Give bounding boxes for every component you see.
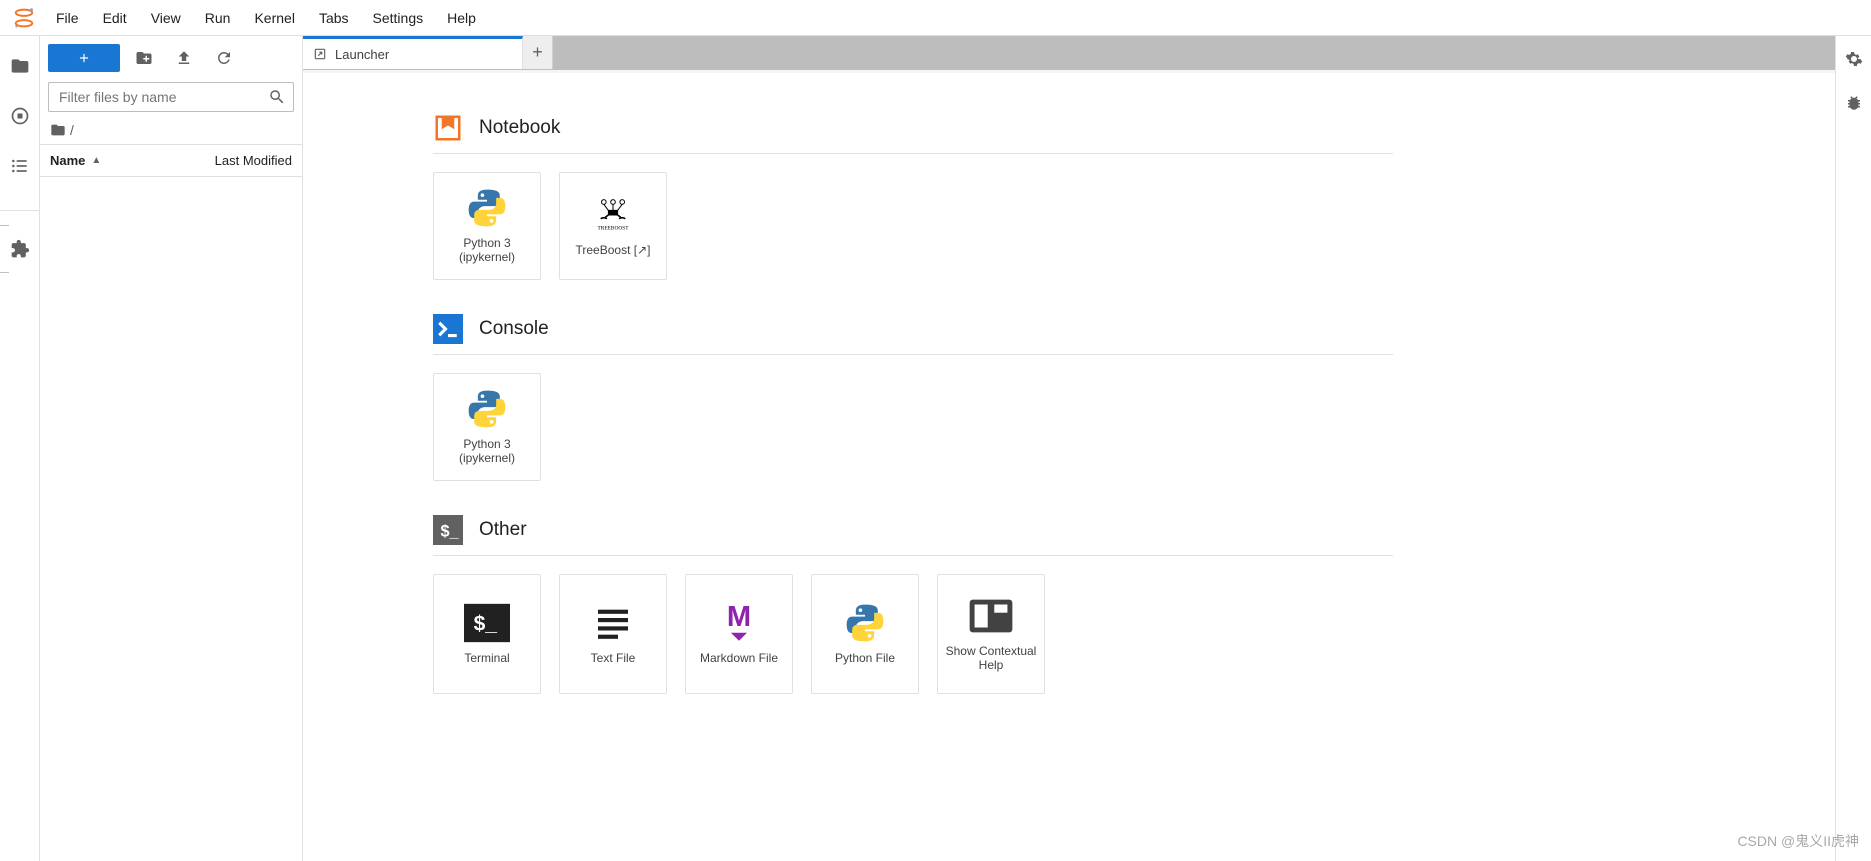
tab-bar: Launcher +	[303, 36, 1835, 70]
section-notebook: Notebook Python 3 (ipykernel) TREEBOOST …	[433, 113, 1393, 280]
menu-kernel[interactable]: Kernel	[242, 4, 306, 32]
sort-asc-icon: ▲	[91, 155, 101, 166]
file-toolbar	[40, 36, 302, 78]
tab-launcher[interactable]: Launcher	[303, 36, 523, 69]
card-label: Python 3 (ipykernel)	[440, 437, 534, 466]
card-python3-console[interactable]: Python 3 (ipykernel)	[433, 373, 541, 481]
col-name[interactable]: Name▲	[40, 145, 192, 176]
top-menubar: File Edit View Run Kernel Tabs Settings …	[0, 0, 1871, 36]
menu-run[interactable]: Run	[193, 4, 243, 32]
new-launcher-button[interactable]	[48, 44, 120, 72]
card-label: Show Contextual Help	[944, 644, 1038, 673]
section-other: $_ Other $_ Terminal Te	[433, 515, 1393, 694]
main-area: Launcher + Notebook	[303, 36, 1835, 861]
debugger-icon[interactable]	[1845, 94, 1863, 112]
menu: File Edit View Run Kernel Tabs Settings …	[44, 4, 488, 32]
right-sidebar	[1835, 36, 1871, 861]
card-treeboost-notebook[interactable]: TREEBOOST TreeBoost [↗]	[559, 172, 667, 280]
terminal-icon: $_	[464, 603, 510, 643]
folder-icon	[50, 122, 66, 138]
treeboost-icon: TREEBOOST	[590, 195, 636, 235]
breadcrumb[interactable]: /	[40, 116, 302, 144]
card-label: Markdown File	[700, 651, 778, 665]
other-icon: $_	[433, 515, 463, 545]
card-python3-notebook[interactable]: Python 3 (ipykernel)	[433, 172, 541, 280]
console-icon	[433, 314, 463, 344]
menu-view[interactable]: View	[139, 4, 193, 32]
card-label: Python File	[835, 651, 895, 665]
svg-text:M: M	[727, 602, 751, 633]
section-title: Notebook	[479, 117, 560, 139]
card-pythonfile[interactable]: Python File	[811, 574, 919, 694]
card-label: Text File	[591, 651, 636, 665]
card-terminal[interactable]: $_ Terminal	[433, 574, 541, 694]
markdown-icon: M	[716, 603, 762, 643]
notebook-icon	[433, 113, 463, 143]
tabbar-space	[553, 36, 1835, 69]
breadcrumb-root: /	[70, 122, 74, 138]
toc-icon[interactable]	[8, 154, 32, 178]
search-icon	[268, 88, 286, 106]
text-icon	[590, 603, 636, 643]
extensions-icon[interactable]	[8, 237, 32, 261]
upload-button[interactable]	[168, 44, 200, 72]
tab-title: Launcher	[335, 47, 389, 62]
new-folder-button[interactable]	[128, 44, 160, 72]
filter-input[interactable]	[48, 82, 294, 112]
activity-bar	[0, 36, 40, 861]
filter-box	[48, 82, 294, 112]
card-textfile[interactable]: Text File	[559, 574, 667, 694]
section-title: Other	[479, 519, 527, 541]
svg-text:$_: $_	[474, 612, 498, 635]
help-panel-icon	[968, 596, 1014, 636]
folder-icon[interactable]	[8, 54, 32, 78]
launcher-body: Notebook Python 3 (ipykernel) TREEBOOST …	[303, 70, 1835, 861]
card-label: Terminal	[464, 651, 509, 665]
property-inspector-icon[interactable]	[1845, 50, 1863, 68]
col-modified[interactable]: Last Modified	[192, 145, 302, 176]
python-icon	[842, 603, 888, 643]
menu-help[interactable]: Help	[435, 4, 488, 32]
menu-file[interactable]: File	[44, 4, 91, 32]
python-icon	[464, 389, 510, 429]
svg-text:TREEBOOST: TREEBOOST	[598, 225, 630, 231]
section-title: Console	[479, 318, 549, 340]
jupyter-logo-icon	[12, 6, 36, 30]
menu-tabs[interactable]: Tabs	[307, 4, 361, 32]
section-console: Console Python 3 (ipykernel)	[433, 314, 1393, 481]
file-browser: / Name▲ Last Modified	[40, 36, 303, 861]
menu-edit[interactable]: Edit	[91, 4, 139, 32]
python-icon	[464, 188, 510, 228]
add-tab-button[interactable]: +	[523, 36, 553, 69]
file-list-header: Name▲ Last Modified	[40, 144, 302, 177]
card-markdown[interactable]: M Markdown File	[685, 574, 793, 694]
card-contextual-help[interactable]: Show Contextual Help	[937, 574, 1045, 694]
refresh-button[interactable]	[208, 44, 240, 72]
running-icon[interactable]	[8, 104, 32, 128]
card-label: Python 3 (ipykernel)	[440, 236, 534, 265]
menu-settings[interactable]: Settings	[361, 4, 436, 32]
launch-icon	[313, 47, 327, 61]
watermark: CSDN @鬼义II虎神	[1737, 831, 1859, 851]
card-label: TreeBoost [↗]	[576, 243, 651, 257]
svg-text:$_: $_	[441, 522, 460, 540]
